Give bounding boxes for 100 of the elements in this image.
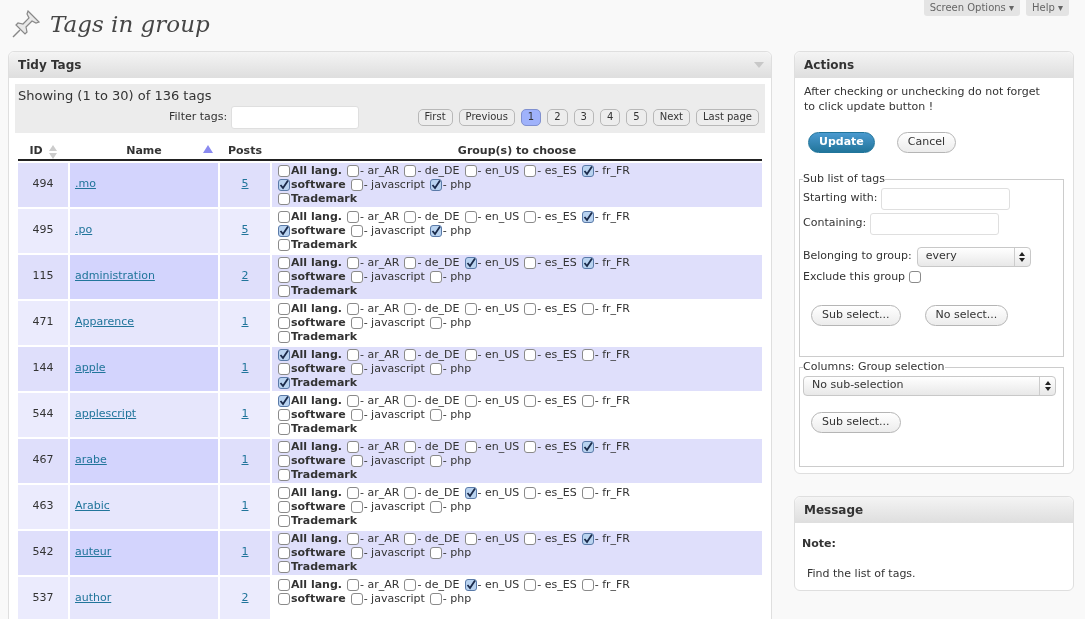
tag-name-link[interactable]: auteur [75, 544, 112, 561]
checkbox[interactable] [581, 440, 594, 453]
pagination-button[interactable]: 2 [547, 108, 568, 126]
checkbox[interactable] [278, 330, 290, 343]
checkbox[interactable] [909, 270, 922, 283]
checkbox[interactable] [278, 486, 290, 499]
group-select[interactable]: every [916, 246, 1031, 267]
checkbox[interactable] [429, 178, 442, 191]
checkbox[interactable] [346, 440, 359, 453]
checkbox[interactable] [346, 210, 359, 223]
checkbox[interactable] [581, 486, 594, 499]
checkbox[interactable] [278, 178, 290, 191]
sub-select-button[interactable]: Sub select... [811, 305, 901, 326]
posts-count-link[interactable]: 1 [241, 314, 249, 331]
checkbox[interactable] [524, 348, 537, 361]
checkbox[interactable] [346, 486, 359, 499]
checkbox[interactable] [524, 532, 537, 545]
checkbox[interactable] [404, 210, 417, 223]
tag-name-link[interactable]: .mo [75, 176, 96, 193]
checkbox[interactable] [581, 302, 594, 315]
checkbox[interactable] [278, 468, 290, 481]
posts-count-link[interactable]: 1 [241, 406, 249, 423]
tag-name-link[interactable]: Apparence [75, 314, 135, 331]
posts-count-link[interactable]: 2 [241, 268, 249, 285]
checkbox[interactable] [429, 316, 442, 329]
checkbox[interactable] [278, 440, 290, 453]
checkbox[interactable] [278, 192, 290, 205]
checkbox[interactable] [464, 210, 477, 223]
checkbox[interactable] [404, 578, 417, 591]
checkbox[interactable] [464, 486, 477, 499]
tag-name-link[interactable]: arabe [75, 452, 107, 469]
checkbox[interactable] [350, 592, 363, 605]
checkbox[interactable] [278, 532, 290, 545]
checkbox[interactable] [346, 578, 359, 591]
checkbox[interactable] [524, 440, 537, 453]
column-header[interactable]: Name [126, 143, 162, 160]
checkbox[interactable] [429, 546, 442, 559]
checkbox[interactable] [278, 224, 290, 237]
checkbox[interactable] [278, 514, 290, 527]
checkbox[interactable] [404, 256, 417, 269]
checkbox[interactable] [278, 500, 290, 513]
checkbox[interactable] [278, 210, 290, 223]
containing-field[interactable] [870, 212, 1000, 235]
checkbox[interactable] [278, 302, 290, 315]
pagination-button[interactable]: Next [652, 108, 690, 126]
pagination-button[interactable]: 1 [520, 108, 542, 126]
checkbox[interactable] [581, 578, 594, 591]
pagination-button[interactable]: 3 [573, 108, 594, 126]
checkbox[interactable] [581, 256, 594, 269]
pagination-button[interactable]: Last page [696, 108, 759, 126]
checkbox[interactable] [346, 348, 359, 361]
checkbox[interactable] [464, 164, 477, 177]
checkbox[interactable] [278, 362, 290, 375]
checkbox[interactable] [278, 238, 290, 251]
checkbox[interactable] [278, 394, 290, 407]
checkbox[interactable] [278, 256, 290, 269]
checkbox[interactable] [464, 348, 477, 361]
checkbox[interactable] [581, 532, 594, 545]
tag-name-link[interactable]: .po [75, 222, 93, 239]
checkbox[interactable] [346, 164, 359, 177]
tag-name-link[interactable]: applescript [75, 406, 137, 423]
checkbox[interactable] [278, 348, 290, 361]
starting-with-field[interactable] [881, 187, 1011, 210]
checkbox[interactable] [464, 302, 477, 315]
posts-count-link[interactable]: 5 [241, 222, 249, 239]
update-button[interactable]: Update [808, 132, 875, 153]
checkbox[interactable] [464, 532, 477, 545]
posts-count-link[interactable]: 1 [241, 452, 249, 469]
checkbox[interactable] [350, 408, 363, 421]
tag-name-link[interactable]: Arabic [75, 498, 110, 515]
checkbox[interactable] [404, 302, 417, 315]
checkbox[interactable] [524, 394, 537, 407]
posts-count-link[interactable]: 1 [241, 498, 249, 515]
checkbox[interactable] [429, 362, 442, 375]
checkbox[interactable] [350, 178, 363, 191]
checkbox[interactable] [429, 500, 442, 513]
sub-select-button[interactable]: Sub select... [811, 411, 901, 433]
checkbox[interactable] [404, 532, 417, 545]
checkbox[interactable] [350, 362, 363, 375]
checkbox[interactable] [404, 486, 417, 499]
pagination-button[interactable]: 5 [626, 108, 647, 126]
checkbox[interactable] [404, 348, 417, 361]
column-header[interactable]: ID [29, 143, 43, 160]
checkbox[interactable] [278, 164, 290, 177]
checkbox[interactable] [429, 408, 442, 421]
checkbox[interactable] [278, 284, 290, 297]
checkbox[interactable] [346, 394, 359, 407]
checkbox[interactable] [464, 440, 477, 453]
checkbox[interactable] [524, 210, 537, 223]
checkbox[interactable] [524, 164, 537, 177]
group-selection-select[interactable]: No sub-selection [803, 375, 1056, 396]
posts-count-link[interactable]: 1 [241, 360, 249, 377]
checkbox[interactable] [278, 592, 290, 605]
checkbox[interactable] [278, 316, 290, 329]
checkbox[interactable] [278, 546, 290, 559]
checkbox[interactable] [464, 578, 477, 591]
checkbox[interactable] [278, 376, 290, 389]
checkbox[interactable] [581, 394, 594, 407]
checkbox[interactable] [350, 454, 363, 467]
checkbox[interactable] [524, 256, 537, 269]
